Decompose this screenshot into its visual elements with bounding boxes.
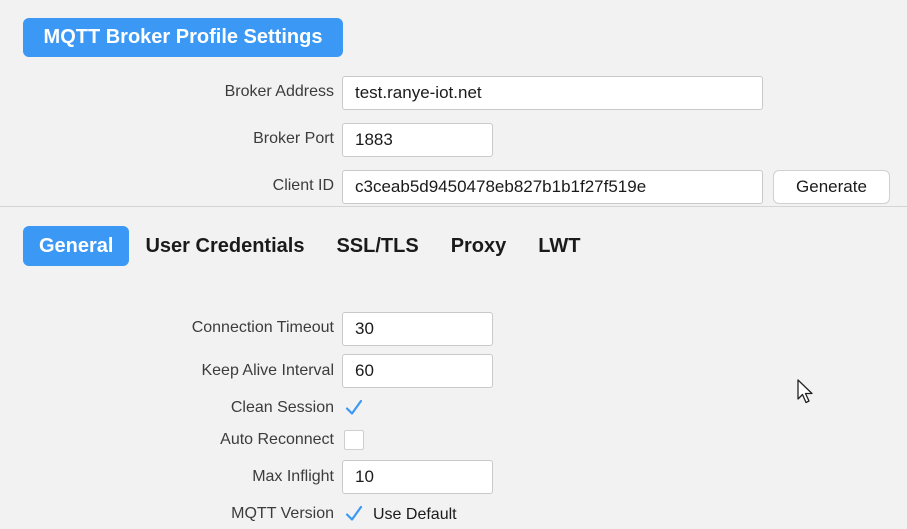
- use-default-label: Use Default: [373, 506, 457, 523]
- tab-proxy[interactable]: Proxy: [435, 226, 523, 266]
- auto-reconnect-label: Auto Reconnect: [220, 431, 334, 448]
- tab-ssl-tls[interactable]: SSL/TLS: [320, 226, 434, 266]
- clean-session-label: Clean Session: [230, 399, 334, 416]
- tab-user-credentials[interactable]: User Credentials: [129, 226, 320, 266]
- tab-general[interactable]: General: [23, 226, 130, 266]
- max-inflight-label: Max Inflight: [252, 468, 334, 485]
- broker-port-label: Broker Port: [253, 130, 334, 147]
- section-divider: [0, 206, 907, 207]
- broker-address-input[interactable]: test.ranye-iot.net: [342, 76, 763, 110]
- broker-port-input[interactable]: 1883: [342, 123, 493, 157]
- checkmark-icon: [345, 505, 363, 521]
- connection-timeout-label: Connection Timeout: [191, 319, 334, 336]
- auto-reconnect-checkbox[interactable]: [344, 430, 364, 450]
- mouse-pointer-icon: [797, 379, 813, 404]
- clean-session-checkbox[interactable]: [344, 398, 364, 418]
- use-default-checkbox[interactable]: [344, 504, 364, 524]
- tab-lwt[interactable]: LWT: [522, 226, 596, 266]
- generate-button[interactable]: Generate: [773, 170, 890, 204]
- broker-address-label: Broker Address: [224, 83, 334, 100]
- settings-tabs: General User Credentials SSL/TLS Proxy L…: [23, 226, 597, 266]
- connection-timeout-input[interactable]: 30: [342, 312, 493, 346]
- profile-settings-title-button[interactable]: MQTT Broker Profile Settings: [23, 18, 343, 57]
- client-id-label: Client ID: [272, 177, 334, 194]
- client-id-input[interactable]: c3ceab5d9450478eb827b1b1f27f519e: [342, 170, 763, 204]
- keep-alive-interval-input[interactable]: 60: [342, 354, 493, 388]
- checkmark-icon: [345, 399, 363, 415]
- keep-alive-interval-label: Keep Alive Interval: [201, 362, 334, 379]
- mqtt-version-label: MQTT Version: [231, 505, 334, 522]
- max-inflight-input[interactable]: 10: [342, 460, 493, 494]
